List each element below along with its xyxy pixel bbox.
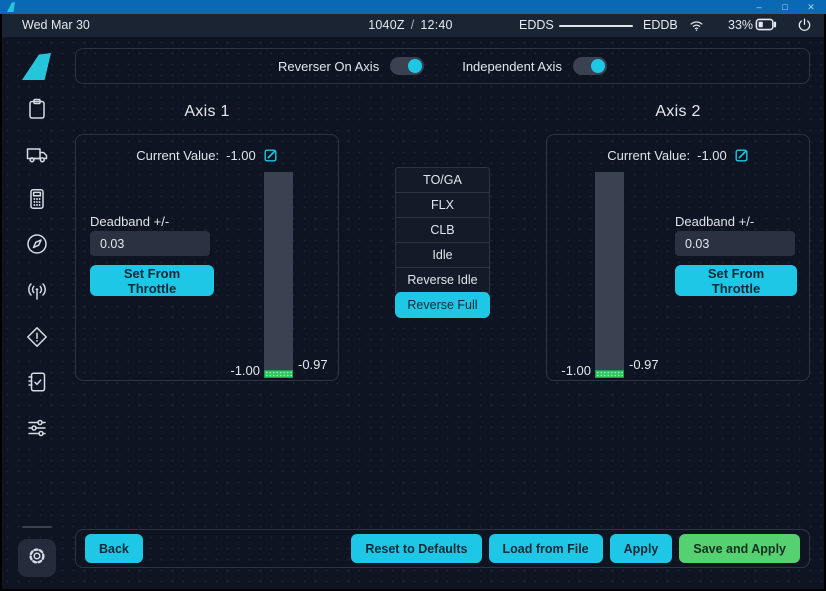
current-value: -1.00 <box>226 148 256 163</box>
axis2-panel: Current Value: -1.00 -1.00 -0.97 Deadban… <box>546 134 810 381</box>
origin-airport: EDDS <box>519 18 554 32</box>
edit-icon[interactable] <box>734 148 749 163</box>
footer-right-group: Reset to Defaults Load from File Apply S… <box>351 534 800 563</box>
toggle-knob <box>408 59 422 73</box>
current-value-label: Current Value: <box>607 148 690 163</box>
axis1-current-value-row: Current Value: -1.00 <box>76 148 338 163</box>
axis2-current-value-row: Current Value: -1.00 <box>547 148 809 163</box>
edit-icon[interactable] <box>263 148 278 163</box>
axis1-value-bar <box>264 172 293 378</box>
back-button[interactable]: Back <box>85 534 143 563</box>
current-value: -1.00 <box>697 148 727 163</box>
compass-icon <box>25 232 49 261</box>
reset-to-defaults-button[interactable]: Reset to Defaults <box>351 534 481 563</box>
sidebar-item-clipboard[interactable] <box>17 91 57 131</box>
status-bar: Wed Mar 30 1040Z / 12:40 EDDS EDDB 33% <box>2 14 824 37</box>
brand-tailfin-logo <box>22 53 51 80</box>
utc-time: 1040Z <box>368 18 404 32</box>
window-titlebar[interactable]: – □ ✕ <box>0 0 826 14</box>
minimize-button[interactable]: – <box>752 0 766 14</box>
detent-idle[interactable]: Idle <box>395 242 490 268</box>
battery-percent: 33% <box>728 18 753 32</box>
detent-flx[interactable]: FLX <box>395 192 490 218</box>
app-window: – □ ✕ Wed Mar 30 1040Z / 12:40 EDDS EDDB 3… <box>0 0 826 591</box>
battery-icon <box>755 18 777 34</box>
independent-axis-toggle[interactable] <box>573 57 607 75</box>
antenna-icon <box>25 279 49 308</box>
axis2-set-from-throttle-button[interactable]: Set From Throttle <box>675 265 797 296</box>
axis2-value-bar <box>595 172 624 378</box>
detent-clb[interactable]: CLB <box>395 217 490 243</box>
time-separator: / <box>411 18 415 32</box>
axis1-deadband-zone <box>264 370 293 378</box>
footer-action-bar: Back Reset to Defaults Load from File Ap… <box>75 529 810 568</box>
destination-airport: EDDB <box>643 18 678 32</box>
sidebar-divider <box>22 526 52 528</box>
close-button[interactable]: ✕ <box>804 0 818 14</box>
axis1-range-max: -0.97 <box>298 357 328 372</box>
sidebar-item-radio[interactable] <box>17 273 57 313</box>
sliders-icon <box>25 416 49 445</box>
app-logo-icon <box>7 2 15 12</box>
checklist-icon <box>25 370 49 399</box>
maximize-button[interactable]: □ <box>778 0 792 14</box>
window-controls: – □ ✕ <box>752 0 818 14</box>
sidebar-item-calculator[interactable] <box>17 181 57 221</box>
independent-axis-group: Independent Axis <box>462 57 607 75</box>
apply-button[interactable]: Apply <box>610 534 673 563</box>
sidebar-item-failures[interactable] <box>17 319 57 359</box>
detent-reverse-idle[interactable]: Reverse Idle <box>395 267 490 293</box>
detent-list: TO/GA FLX CLB Idle Reverse Idle Reverse … <box>395 167 490 318</box>
load-from-file-button[interactable]: Load from File <box>489 534 603 563</box>
power-icon[interactable] <box>797 17 812 36</box>
toggle-knob <box>591 59 605 73</box>
detent-toga[interactable]: TO/GA <box>395 167 490 193</box>
reverser-on-axis-toggle[interactable] <box>390 57 424 75</box>
wifi-icon <box>688 17 705 36</box>
save-and-apply-button[interactable]: Save and Apply <box>679 534 800 563</box>
axis2-deadband-label: Deadband +/- <box>675 214 754 229</box>
status-date: Wed Mar 30 <box>22 18 90 32</box>
sidebar-item-settings-sliders[interactable] <box>17 410 57 450</box>
reverser-on-axis-label: Reverser On Axis <box>278 59 379 74</box>
axis1-range-min: -1.00 <box>216 363 260 378</box>
axis2-deadband-input[interactable] <box>675 231 795 256</box>
reverser-on-axis-group: Reverser On Axis <box>278 57 424 75</box>
axis1-set-from-throttle-button[interactable]: Set From Throttle <box>90 265 214 296</box>
axis2-title: Axis 2 <box>546 103 810 121</box>
status-clock: 1040Z / 12:40 <box>368 18 452 32</box>
axis-options-bar: Reverser On Axis Independent Axis <box>75 48 810 84</box>
sidebar-item-settings[interactable] <box>18 539 56 577</box>
axis2-deadband-zone <box>595 370 624 378</box>
alert-diamond-icon <box>25 325 49 354</box>
independent-axis-label: Independent Axis <box>462 59 562 74</box>
axis1-panel: Current Value: -1.00 Deadband +/- Set Fr… <box>75 134 339 381</box>
truck-icon <box>25 142 49 171</box>
axis2-range-min: -1.00 <box>547 363 591 378</box>
sidebar-item-checklist[interactable] <box>17 364 57 404</box>
clipboard-icon <box>25 97 49 126</box>
axis1-deadband-label: Deadband +/- <box>90 214 169 229</box>
calculator-icon <box>25 187 49 216</box>
flight-progress-line <box>559 25 633 27</box>
current-value-label: Current Value: <box>136 148 219 163</box>
local-time: 12:40 <box>420 18 452 32</box>
gear-icon <box>25 544 49 573</box>
sidebar-item-compass[interactable] <box>17 226 57 266</box>
sidebar-item-fuel-truck[interactable] <box>17 136 57 176</box>
axis1-deadband-input[interactable] <box>90 231 210 256</box>
axis1-title: Axis 1 <box>75 103 339 121</box>
detent-reverse-full[interactable]: Reverse Full <box>395 292 490 318</box>
axis2-range-max: -0.97 <box>629 357 659 372</box>
